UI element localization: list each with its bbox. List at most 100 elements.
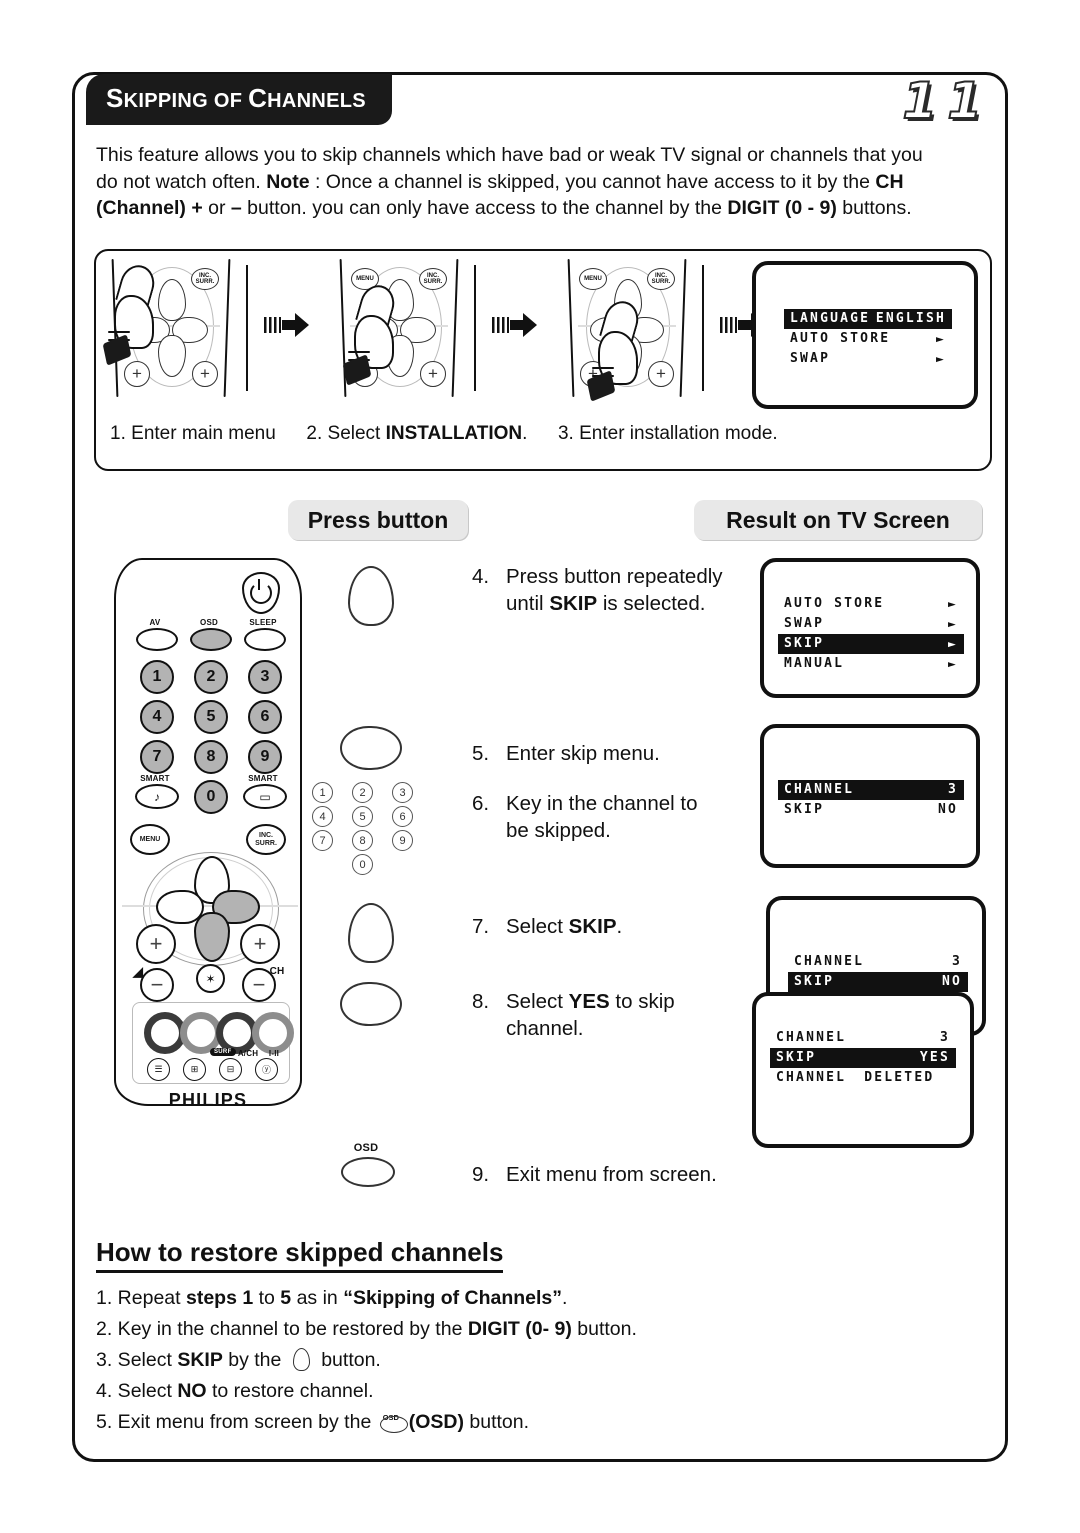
tv-screen-language-menu: LANGUAGE ENGLISH AUTO STORE ► SWAP ► (752, 261, 978, 409)
smart-picture-button: ▭ (243, 784, 287, 809)
restore-item-5-num: 5. (96, 1411, 113, 1433)
triangle-right-icon: ► (947, 616, 958, 632)
restore-steps-list: 1. Repeat steps 1 to 5 as in “Skipping o… (96, 1283, 916, 1438)
arrow-shaft (738, 320, 752, 330)
osd-value: 3 (947, 782, 958, 797)
restore-item-5-e: button. (463, 1411, 530, 1433)
restore-item-4-a: Select (112, 1380, 178, 1402)
page-number: 11 (901, 71, 992, 131)
inc-surr-button: INC. SURR. (191, 268, 219, 290)
restore-item-1-c: to (253, 1287, 281, 1309)
restore-item-3-a: Select (112, 1349, 178, 1371)
osd-label: CHANNEL (784, 782, 855, 797)
step-5-number: 5. (472, 742, 490, 765)
osd-button (190, 628, 232, 651)
tv-screen-installation-menu: AUTO STORE ► SWAP ► SKIP ► MANUAL ► (760, 558, 980, 698)
plus-right-icon: + (420, 361, 446, 387)
keypad-key-4: 4 (312, 806, 333, 827)
step-5-text: Enter skip menu. (506, 742, 660, 765)
osd-label: SKIP (794, 974, 835, 989)
slice-divider (474, 265, 476, 391)
tv-screen-skip-yes: CHANNEL 3 SKIP YES CHANNEL DELETED (752, 992, 974, 1148)
osd-label: SWAP (784, 616, 825, 631)
step-8: 8. Select YES to skip channel. (472, 988, 724, 1042)
right-button-icon (340, 982, 402, 1026)
osd-row: CHANNEL 3 (788, 952, 968, 972)
inc-surr-button: INC. SURR. (419, 268, 447, 290)
step-7-bold: SKIP (568, 915, 617, 938)
keypad-key-5: 5 (352, 806, 373, 827)
power-button-icon (242, 572, 280, 614)
intro-text-3: or (202, 197, 231, 219)
osd-glyph-label: OSD (353, 1142, 379, 1154)
triangle-right-icon: ► (935, 331, 946, 347)
restore-item-3-num: 3. (96, 1349, 113, 1371)
sleeve-icon (586, 370, 616, 402)
intro-text-2: : Once a channel is skipped, you cannot … (309, 170, 876, 193)
digit-button-2: 2 (194, 660, 228, 694)
digit-button-5: 5 (194, 700, 228, 734)
restore-item-3-b1: SKIP (177, 1349, 223, 1371)
osd-oval (379, 1416, 408, 1433)
finger-line (592, 367, 614, 369)
step-4-text: Press button repeatedly until SKIP is se… (506, 563, 724, 617)
triangle-right-icon: ► (947, 596, 958, 612)
remote-slice-3: MENU INC. SURR. + + (566, 259, 688, 402)
sleep-button (244, 628, 286, 651)
channel-minus-button: − (242, 968, 276, 1002)
osd-button-icon (341, 1157, 395, 1187)
reveal-button: ⓨ (255, 1058, 278, 1081)
hand-pointer-icon (342, 281, 404, 386)
step-6-number: 6. (472, 792, 490, 815)
slice-divider (702, 265, 704, 391)
osd-row-selected: CHANNEL 3 (778, 780, 964, 800)
triangle-right-icon: ► (935, 351, 946, 367)
surf-button: ⊟ (219, 1058, 242, 1081)
arrow-shaft (510, 320, 524, 330)
smart-sound-label: SMART (140, 774, 170, 783)
osd-value: 3 (951, 954, 962, 969)
diagram-step-2-bold: INSTALLATION (385, 423, 523, 444)
diagram-step-2-num: 2. (306, 423, 323, 444)
restore-item-3-c: by the (222, 1349, 287, 1371)
slice-divider (246, 265, 248, 391)
step-8-bold: YES (568, 990, 610, 1013)
arrow-bars (492, 317, 509, 333)
surf-label: SURF (210, 1048, 236, 1056)
step-4-post: is selected. (597, 592, 706, 615)
osd-label: SWAP (790, 351, 831, 366)
osd-value: YES (919, 1050, 950, 1065)
smart-picture-label: SMART (248, 774, 278, 783)
sleep-label: SLEEP (249, 618, 277, 627)
restore-item-2-c: button. (571, 1318, 637, 1340)
result-on-tv-header: Result on TV Screen (694, 500, 982, 540)
restore-item-4: 4. Select NO to restore channel. (96, 1376, 916, 1407)
arrow-bars (720, 317, 737, 333)
restore-item-3: 3. Select SKIP by the button. (96, 1345, 916, 1376)
hand-pointer-icon (102, 261, 164, 366)
teletext-index-button: ☰ (147, 1058, 170, 1081)
power-symbol (250, 579, 272, 604)
digit-button-0: 0 (194, 780, 228, 814)
diagram-step-2-post: . (522, 423, 528, 444)
digit-button-9: 9 (248, 740, 282, 774)
finger-line (348, 351, 370, 353)
diagram-step-captions: 1. Enter main menu 2. Select INSTALLATIO… (110, 423, 980, 445)
step-4-number: 4. (472, 565, 490, 588)
osd-row: MANUAL ► (778, 654, 964, 674)
keypad-key-7: 7 (312, 830, 333, 851)
osd-menu-list: AUTO STORE ► SWAP ► SKIP ► MANUAL ► (778, 594, 964, 674)
arrow-head (523, 313, 537, 337)
intro-text-5: buttons. (836, 197, 912, 219)
remote-edge-right (223, 259, 231, 397)
step-9: 9. Exit menu from screen. (472, 1161, 754, 1188)
osd-value: NO (941, 974, 962, 989)
osd-row-selected: SKIP NO (788, 972, 968, 992)
brand-logo: PHILIPS (168, 1090, 248, 1110)
plus-left-icon: + (124, 361, 150, 387)
hand-pointer-icon (586, 297, 648, 402)
av-label: AV (149, 618, 161, 627)
restore-item-5-b3: (OSD) (408, 1411, 464, 1433)
intro-minus: – (230, 197, 242, 219)
arrow-right-icon-2 (492, 313, 538, 337)
